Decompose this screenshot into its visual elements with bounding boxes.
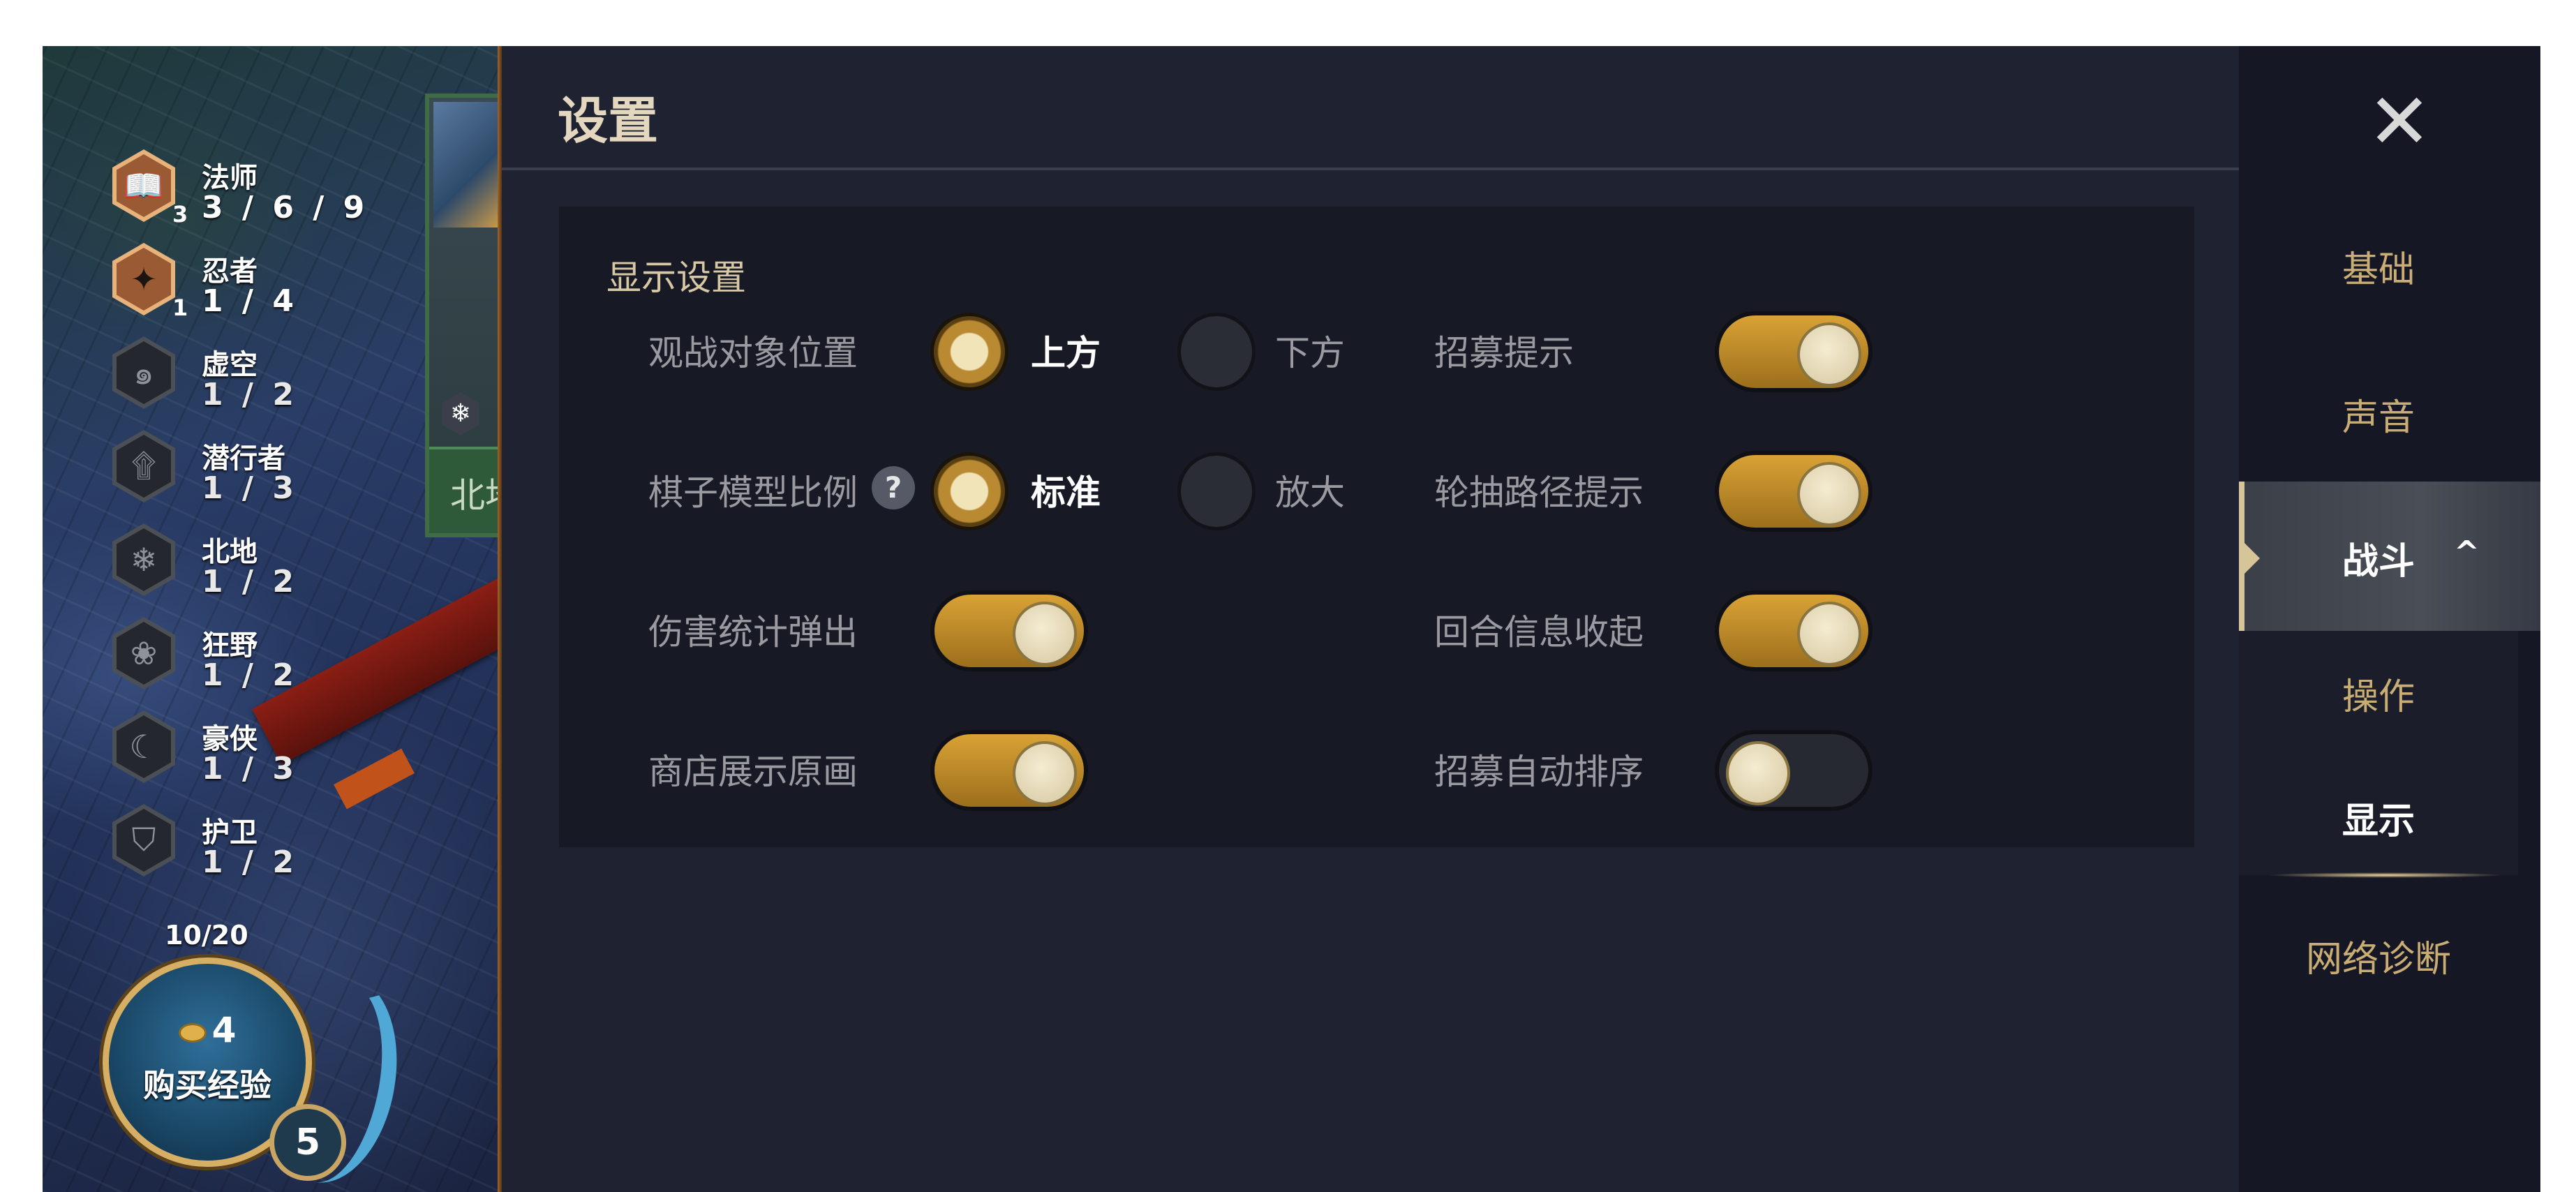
trait-item[interactable]: ۩ 潜行者 1 / 3	[112, 430, 364, 521]
trait-count: 1 / 2	[202, 377, 298, 412]
scale-enlarge-label[interactable]: 放大	[1275, 465, 1345, 515]
scale-standard-radio[interactable]	[930, 452, 1008, 530]
trait-badge: ✦	[112, 243, 175, 315]
nav-subitem-display[interactable]: 显示	[2239, 791, 2518, 844]
trait-badge: ❀	[112, 617, 175, 690]
recruit-auto-sort-label: 招募自动排序	[1434, 752, 1644, 792]
recruit-hint-toggle[interactable]	[1715, 311, 1873, 392]
trait-badge: 📖	[112, 149, 175, 222]
trait-count: 1 / 2	[202, 564, 298, 599]
game-board: ❄ ⛉ 北地 📖3法师3 / 6 / 9✦1忍者1 / 4๑虚空1 / 2۩潜行…	[43, 46, 499, 1192]
toggle-knob	[1013, 741, 1077, 805]
unit-name-bar: 北地	[429, 447, 499, 533]
trait-item[interactable]: ❄ 北地 1 / 2	[112, 523, 364, 614]
scale-enlarge-radio[interactable]	[1177, 452, 1256, 530]
trait-count: 1 / 2	[202, 657, 298, 693]
buy-xp-label: 购买经验	[143, 1066, 271, 1104]
scale-standard-label[interactable]: 标准	[1031, 465, 1101, 515]
trait-badge: ❄	[112, 523, 175, 596]
ninja-shuriken-icon: ✦	[117, 248, 171, 311]
trait-badge: ⛉	[112, 804, 175, 877]
damage-stats-popup-toggle[interactable]	[930, 590, 1088, 671]
title-divider	[502, 167, 2239, 170]
round-info-collapse-label: 回合信息收起	[1434, 612, 1644, 653]
trait-item[interactable]: ๑虚空 1 / 2	[112, 336, 364, 427]
guardian-shield-icon: ⛉	[117, 809, 171, 872]
xp-cost-value: 4	[211, 1010, 237, 1050]
trait-count: 3 / 6 / 9	[202, 190, 369, 225]
chevron-up-icon[interactable]: ^	[2454, 535, 2480, 570]
toggle-knob	[1797, 602, 1861, 666]
recruit-hint-label: 招募提示	[1434, 333, 1574, 373]
carousel-path-hint-toggle[interactable]	[1715, 451, 1873, 532]
toggle-knob	[1797, 322, 1861, 387]
section-title: 显示设置	[606, 258, 746, 298]
nav-sub-active-underline	[2267, 872, 2504, 878]
mage-book-icon: 📖	[117, 154, 171, 217]
trait-count: 1 / 3	[202, 470, 298, 506]
round-info-collapse-toggle[interactable]	[1715, 590, 1873, 671]
trait-count: 1 / 2	[202, 844, 298, 880]
close-icon[interactable]: ✕	[2365, 83, 2434, 160]
settings-title: 设置	[558, 91, 659, 150]
trait-badge: ๑	[112, 336, 175, 409]
unit-name: 北地	[450, 475, 499, 516]
trait-count: 1 / 3	[202, 751, 298, 787]
toggle-knob	[1797, 462, 1861, 526]
settings-nav: ✕ 基础 声音 战斗 ^ 操作 显示 网络诊断	[2239, 46, 2540, 1192]
trait-item[interactable]: ✦ 1 忍者 1 / 4	[112, 243, 364, 334]
shop-show-art-toggle[interactable]	[930, 730, 1088, 811]
nav-item-sound[interactable]: 声音	[2239, 388, 2518, 440]
glacial-snowflake-icon: ❄	[117, 528, 171, 591]
trait-tier: 3	[172, 201, 188, 228]
game-window: ❄ ⛉ 北地 📖3法师3 / 6 / 9✦1忍者1 / 4๑虚空1 / 2۩潜行…	[43, 46, 2540, 1192]
unit-portrait	[433, 102, 499, 228]
trait-item[interactable]: ☾ 豪侠 1 / 3	[112, 710, 364, 801]
trait-item[interactable]: ❀ 狂野 1 / 2	[112, 617, 364, 708]
gold-coin-icon	[178, 1022, 207, 1043]
display-settings-section: 显示设置 观战对象位置 上方 下方 招募提示 棋子模型比例 ? 标准 放大 轮抽…	[559, 207, 2194, 847]
assassin-hood-icon: ۩	[117, 435, 171, 498]
spectate-bottom-radio[interactable]	[1177, 313, 1256, 391]
shop-show-art-label: 商店展示原画	[648, 752, 858, 792]
recruit-auto-sort-toggle[interactable]	[1715, 730, 1873, 811]
trait-count: 1 / 4	[202, 283, 298, 319]
trait-badge: ۩	[112, 430, 175, 502]
trait-badge: ☾	[112, 710, 175, 783]
xp-cost: 4	[109, 1010, 306, 1050]
toggle-knob	[1013, 602, 1077, 666]
wild-paw-icon: ❀	[117, 622, 171, 685]
unit-card[interactable]: ❄ ⛉ 北地	[425, 94, 499, 537]
model-scale-label: 棋子模型比例	[648, 472, 858, 513]
spectate-position-label: 观战对象位置	[648, 333, 858, 373]
trait-item[interactable]: 📖 3 法师 3 / 6 / 9	[112, 149, 364, 240]
void-swirl-icon: ๑	[117, 341, 171, 404]
spectate-top-radio[interactable]	[930, 313, 1008, 391]
snowflake-icon: ❄	[442, 392, 479, 435]
pirate-hat-icon: ☾	[117, 715, 171, 778]
trait-item[interactable]: ⛉ 护卫 1 / 2	[112, 804, 364, 895]
nav-item-network-diagnostics[interactable]: 网络诊断	[2239, 930, 2518, 982]
toggle-knob	[1726, 741, 1790, 805]
spectate-top-label[interactable]: 上方	[1031, 325, 1101, 375]
trait-tier: 1	[172, 295, 188, 321]
help-icon[interactable]: ?	[872, 466, 915, 509]
damage-stats-popup-label: 伤害统计弹出	[648, 612, 858, 653]
carousel-path-hint-label: 轮抽路径提示	[1434, 472, 1644, 513]
spectate-bottom-label[interactable]: 下方	[1275, 325, 1345, 375]
player-level-badge: 5	[269, 1104, 346, 1181]
settings-panel: 设置 显示设置 观战对象位置 上方 下方 招募提示 棋子模型比例 ? 标准 放大…	[502, 46, 2239, 1192]
nav-item-basic[interactable]: 基础	[2239, 240, 2518, 292]
xp-progress-text: 10/20	[165, 920, 248, 951]
nav-subitem-controls[interactable]: 操作	[2239, 667, 2518, 720]
